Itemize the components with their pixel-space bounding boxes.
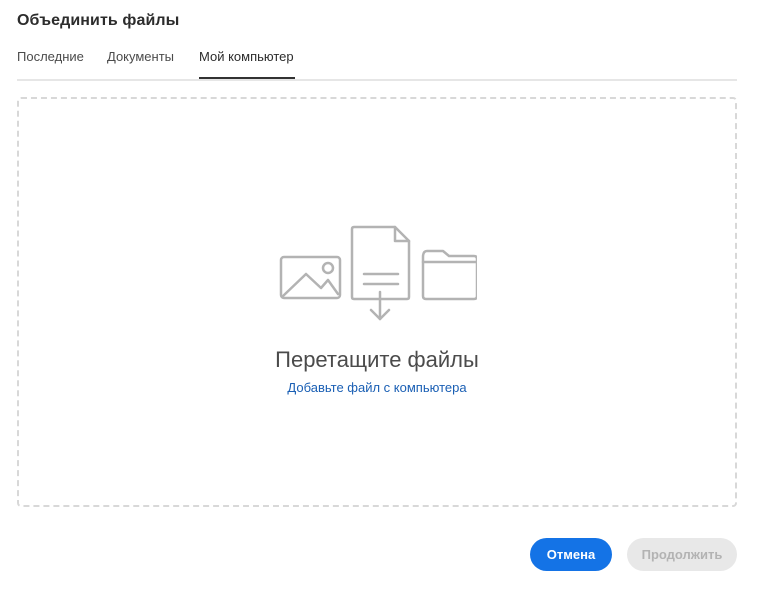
tab-bar: Последние Документы Мой компьютер (17, 48, 737, 81)
add-file-link[interactable]: Добавьте файл с компьютера (19, 380, 735, 395)
file-drop-zone[interactable]: Перетащите файлы Добавьте файл с компьют… (17, 97, 737, 507)
document-upload-icon (350, 225, 411, 321)
active-tab-indicator (199, 77, 295, 79)
drop-illustration (279, 225, 477, 321)
continue-button[interactable]: Продолжить (627, 538, 737, 571)
folder-icon (421, 249, 477, 301)
tab-recent[interactable]: Последние (17, 48, 84, 81)
drop-files-title: Перетащите файлы (275, 347, 479, 372)
dialog-title: Объединить файлы (17, 12, 180, 29)
cancel-button[interactable]: Отмена (530, 538, 612, 571)
tab-documents[interactable]: Документы (107, 48, 174, 81)
image-icon (279, 255, 342, 300)
